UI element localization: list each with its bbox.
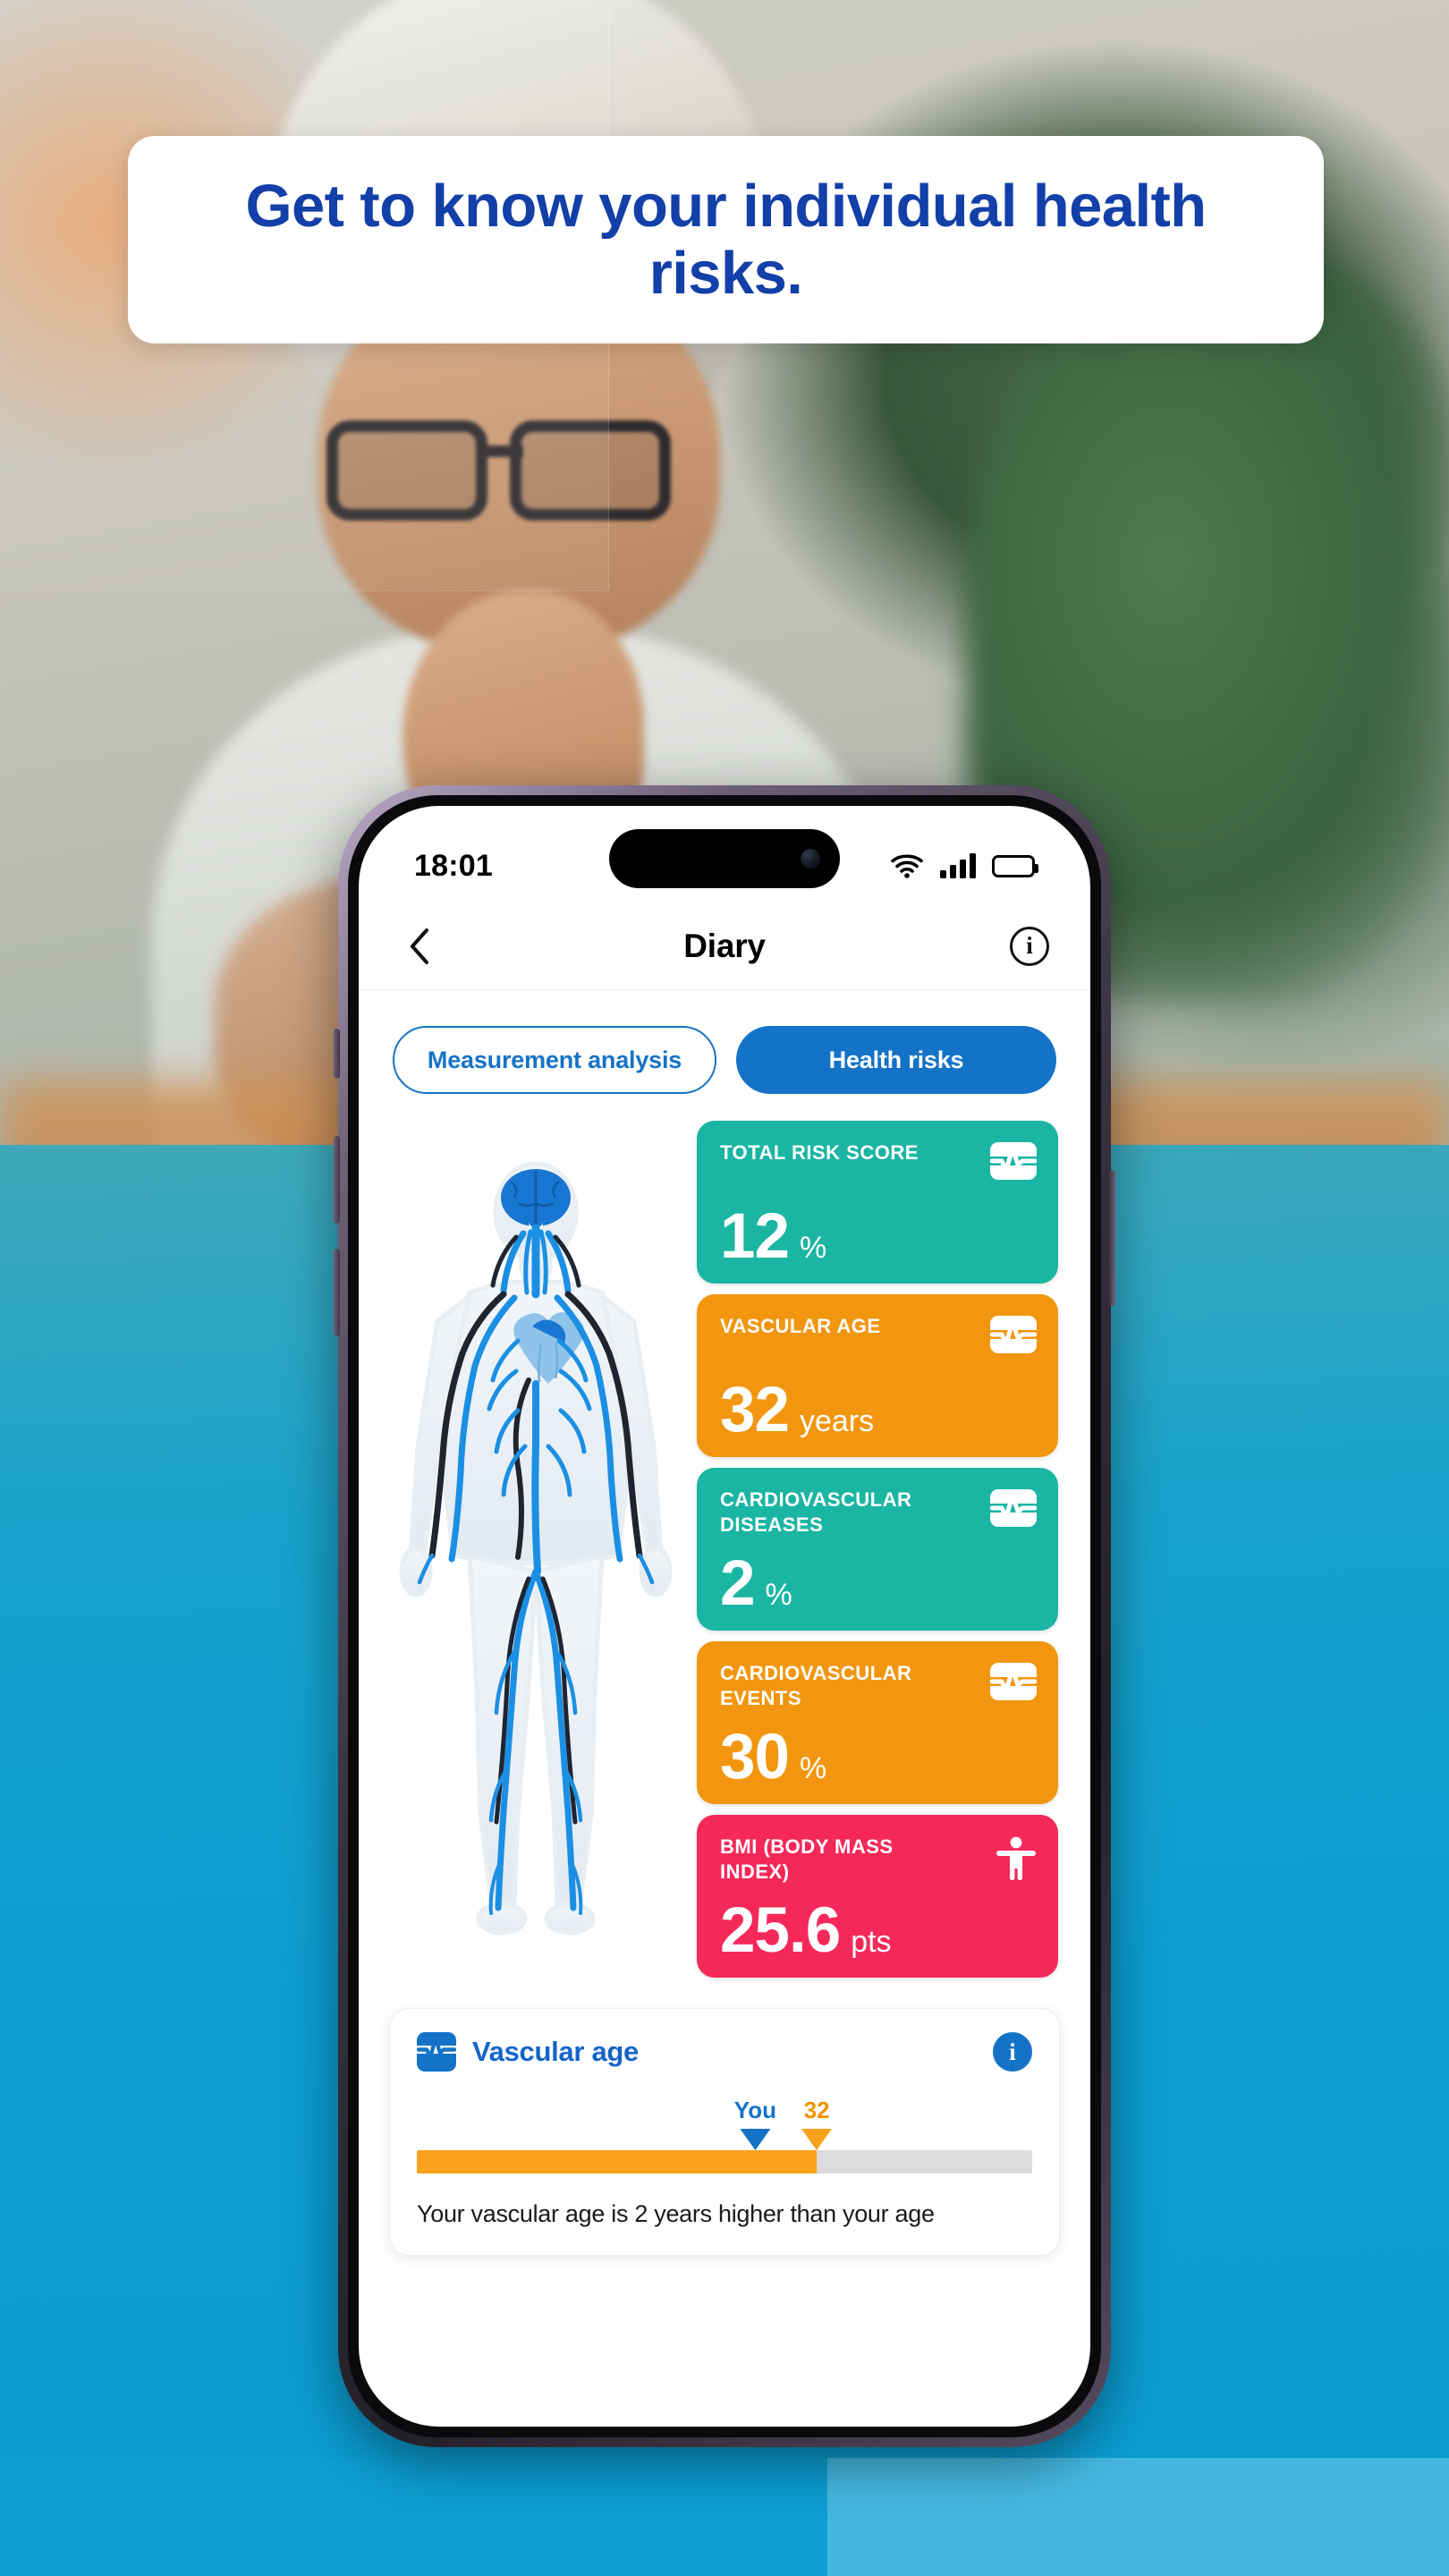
marker-you-label: You	[733, 2097, 776, 2123]
vascular-age-title: Vascular age	[472, 2036, 639, 2067]
info-circle-filled-icon[interactable]: i	[993, 2032, 1032, 2072]
phone-power-button	[1109, 1170, 1115, 1306]
wifi-icon	[890, 853, 924, 878]
headline-text: Get to know your individual health risks…	[245, 172, 1207, 307]
risk-card-value: 12	[720, 1200, 790, 1272]
body-person-icon	[996, 1836, 1037, 1885]
marker-vascular-age: 32	[801, 2097, 833, 2150]
front-camera-icon	[801, 849, 820, 869]
phone-mockup: 18:01 Diary i Measurement analysis Healt…	[334, 785, 1115, 2447]
risk-card-label: CARDIOVASCULAR EVENTS	[720, 1662, 912, 1709]
risk-card-vascular-age[interactable]: VASCULAR AGE 32 years	[697, 1294, 1058, 1457]
marker-vascular-age-triangle-icon	[801, 2129, 833, 2150]
status-clock: 18:01	[414, 848, 493, 883]
risk-card-unit: %	[799, 1750, 827, 1785]
risk-card-value-row: 30 %	[720, 1721, 1035, 1792]
risk-card-value: 32	[720, 1374, 790, 1445]
risk-card-unit: pts	[851, 1924, 892, 1959]
tab-bar: Measurement analysis Health risks	[359, 990, 1090, 1115]
vascular-age-panel: Vascular age i You 32 Your vascular age …	[389, 2008, 1060, 2256]
bottom-color-block-right	[827, 2458, 1449, 2576]
risk-card-label: CARDIOVASCULAR DISEASES	[720, 1488, 912, 1536]
risk-card-label: TOTAL RISK SCORE	[720, 1141, 919, 1164]
pulse-icon	[417, 2032, 456, 2072]
cellular-signal-icon	[940, 853, 976, 878]
risk-card-cardiovascular-diseases[interactable]: CARDIOVASCULAR DISEASES 2 %	[697, 1468, 1058, 1631]
content-area: TOTAL RISK SCORE 12 % VASCULAR AGE 32 ye…	[359, 1115, 1090, 1978]
tab-health-risks[interactable]: Health risks	[736, 1026, 1056, 1094]
background-seam-horizontal	[0, 590, 608, 591]
risk-card-value: 30	[720, 1721, 790, 1792]
risk-card-label: BMI (BODY MASS INDEX)	[720, 1835, 894, 1883]
phone-volume-down-button	[334, 1249, 340, 1336]
risk-card-bmi[interactable]: BMI (BODY MASS INDEX) 25.6 pts	[697, 1815, 1058, 1978]
pulse-icon	[990, 1316, 1037, 1353]
page-title: Diary	[683, 927, 766, 964]
risk-card-value-row: 12 %	[720, 1200, 1035, 1272]
bottom-color-block-left	[0, 2458, 827, 2576]
pulse-icon	[990, 1142, 1037, 1180]
tab-measurement-analysis[interactable]: Measurement analysis	[393, 1026, 716, 1094]
phone-screen: 18:01 Diary i Measurement analysis Healt…	[359, 806, 1090, 2427]
phone-volume-up-button	[334, 1136, 340, 1224]
vascular-age-caption: Your vascular age is 2 years higher than…	[417, 2200, 935, 2227]
risk-card-value-row: 25.6 pts	[720, 1894, 1035, 1966]
status-icons	[890, 853, 1038, 878]
risk-card-value: 25.6	[720, 1894, 841, 1966]
vascular-age-progress-fill	[417, 2150, 818, 2174]
vascular-age-markers: You 32	[417, 2084, 1032, 2150]
marker-vascular-age-label: 32	[803, 2097, 830, 2123]
marker-you-triangle-icon	[740, 2129, 771, 2150]
status-bar: 18:01	[359, 806, 1090, 902]
back-chevron-icon[interactable]	[400, 927, 439, 966]
battery-icon	[992, 854, 1038, 877]
pulse-icon	[990, 1489, 1037, 1527]
headline-card: Get to know your individual health risks…	[128, 136, 1324, 343]
risk-card-unit: years	[799, 1403, 875, 1438]
phone-mute-switch	[334, 1029, 340, 1079]
info-circle-icon[interactable]: i	[1010, 926, 1049, 966]
dynamic-island	[609, 829, 840, 888]
human-vascular-system-illustration	[384, 1121, 688, 1978]
vascular-age-progress-bar[interactable]	[417, 2150, 1032, 2174]
risk-card-unit: %	[799, 1230, 827, 1265]
risk-card-value-row: 2 %	[720, 1547, 1035, 1619]
app-bar: Diary i	[359, 902, 1090, 990]
marker-you: You	[734, 2098, 776, 2150]
phone-bezel: 18:01 Diary i Measurement analysis Healt…	[348, 795, 1101, 2437]
pulse-icon	[990, 1663, 1037, 1700]
risk-cards-list: TOTAL RISK SCORE 12 % VASCULAR AGE 32 ye…	[697, 1121, 1058, 1978]
risk-card-total-risk-score[interactable]: TOTAL RISK SCORE 12 %	[697, 1121, 1058, 1284]
risk-card-value-row: 32 years	[720, 1374, 1035, 1445]
risk-card-unit: %	[765, 1577, 792, 1612]
risk-card-label: VASCULAR AGE	[720, 1315, 881, 1337]
risk-card-cardiovascular-events[interactable]: CARDIOVASCULAR EVENTS 30 %	[697, 1641, 1058, 1804]
risk-card-value: 2	[720, 1547, 755, 1619]
vascular-age-header: Vascular age i	[417, 2032, 1032, 2072]
